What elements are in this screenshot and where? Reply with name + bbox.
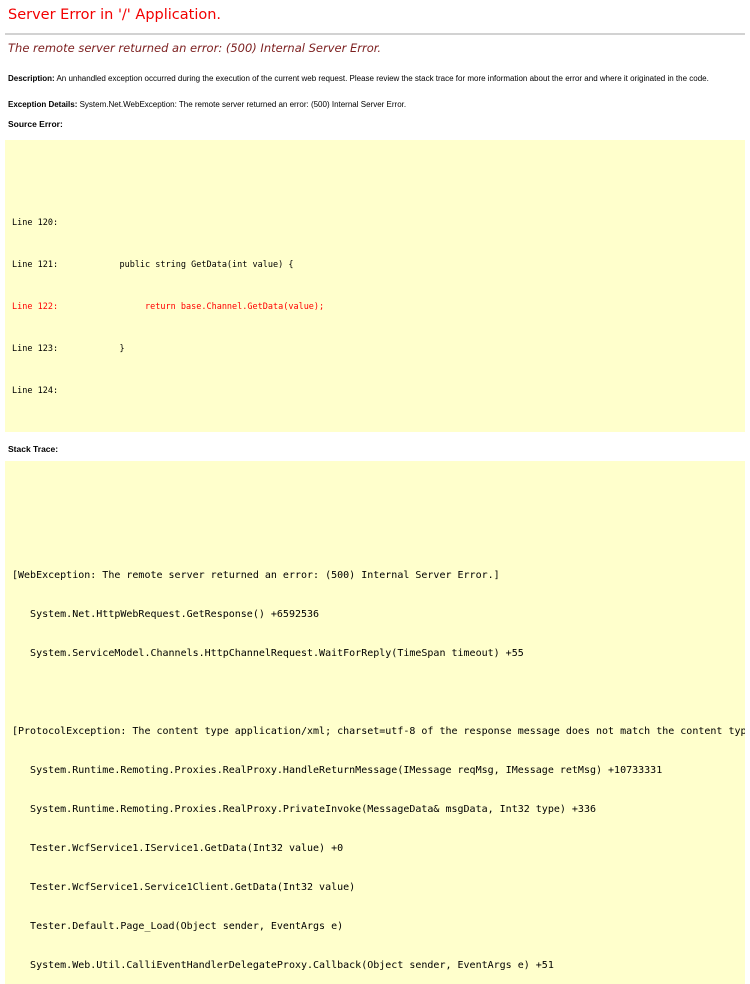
- stack-trace-line: System.Runtime.Remoting.Proxies.RealProx…: [12, 764, 738, 777]
- source-line: [12, 174, 738, 188]
- description-label: Description:: [8, 74, 55, 83]
- source-line: Line 124:: [12, 384, 738, 398]
- source-line-error-highlight: Line 122: return base.Channel.GetData(va…: [12, 300, 738, 314]
- page-title: Server Error in '/' Application.: [8, 0, 742, 25]
- source-error-label: Source Error:: [8, 119, 742, 130]
- stack-trace-line: [WebException: The remote server returne…: [12, 569, 738, 582]
- stack-trace-line: System.Web.Util.CalliEventHandlerDelegat…: [12, 959, 738, 972]
- stack-trace-line: [12, 530, 738, 543]
- description-text: An unhandled exception occurred during t…: [55, 74, 709, 83]
- stack-trace-label: Stack Trace:: [8, 444, 742, 455]
- source-line: Line 121: public string GetData(int valu…: [12, 258, 738, 272]
- error-subtitle: The remote server returned an error: (50…: [8, 41, 742, 55]
- stack-trace-line: [12, 491, 738, 504]
- stack-trace-line: [12, 686, 738, 699]
- source-line: Line 123: }: [12, 342, 738, 356]
- stack-trace-line: System.Net.HttpWebRequest.GetResponse() …: [12, 608, 738, 621]
- description-line: Description: An unhandled exception occu…: [8, 73, 742, 84]
- stack-trace-box: [WebException: The remote server returne…: [5, 461, 745, 984]
- source-error-box: Line 120: Line 121: public string GetDat…: [5, 140, 745, 432]
- asp-net-error-page: Server Error in '/' Application. The rem…: [0, 0, 750, 984]
- header-divider: [5, 33, 745, 35]
- exception-details-label: Exception Details:: [8, 100, 77, 109]
- stack-trace-line: Tester.WcfService1.IService1.GetData(Int…: [12, 842, 738, 855]
- source-line: Line 120:: [12, 216, 738, 230]
- exception-details-text: System.Net.WebException: The remote serv…: [77, 100, 406, 109]
- stack-trace-line: Tester.Default.Page_Load(Object sender, …: [12, 920, 738, 933]
- stack-trace-line: Tester.WcfService1.Service1Client.GetDat…: [12, 881, 738, 894]
- stack-trace-line: [ProtocolException: The content type app…: [12, 725, 738, 738]
- stack-trace-line: System.Runtime.Remoting.Proxies.RealProx…: [12, 803, 738, 816]
- exception-details-line: Exception Details: System.Net.WebExcepti…: [8, 99, 742, 110]
- stack-trace-line: System.ServiceModel.Channels.HttpChannel…: [12, 647, 738, 660]
